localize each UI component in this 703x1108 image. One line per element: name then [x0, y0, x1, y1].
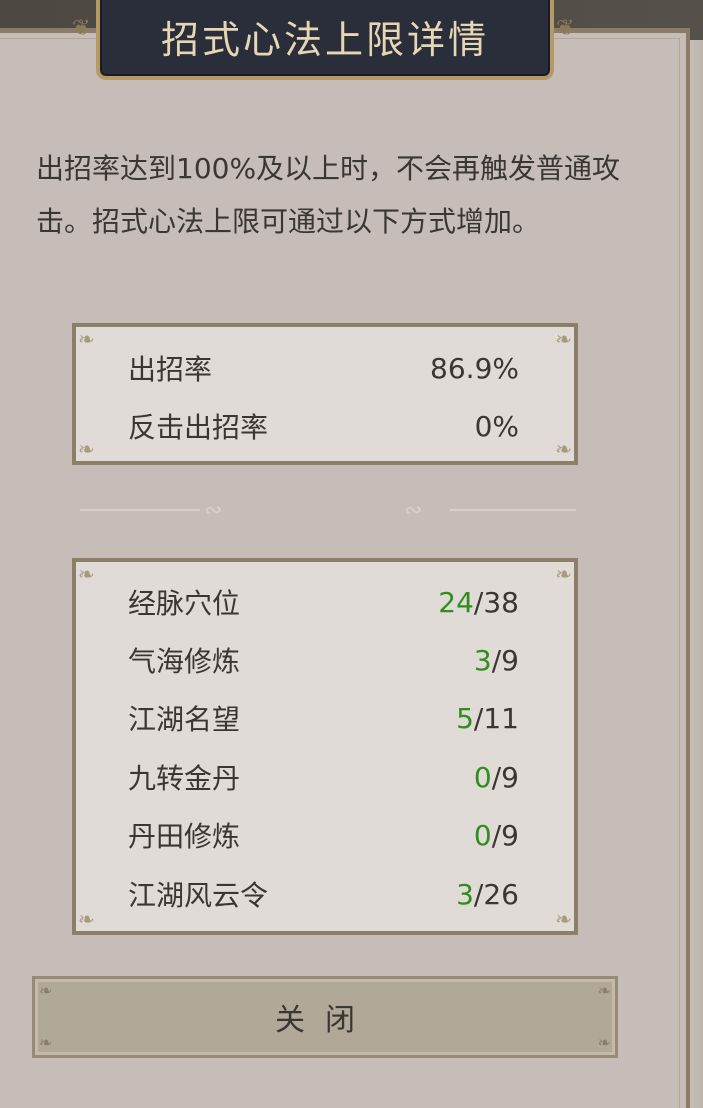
rate-row: 反击出招率 0%: [128, 406, 519, 446]
source-current: 3: [456, 877, 474, 911]
corner-ornament-icon: ❧: [555, 327, 572, 351]
source-current: 24: [438, 585, 474, 619]
source-max: 9: [501, 643, 519, 677]
source-row: 九转金丹 0/9: [128, 757, 519, 797]
source-current: 0: [473, 818, 492, 852]
rate-value: 0%: [474, 409, 519, 443]
source-max: 11: [483, 701, 519, 735]
corner-ornament-icon: ❧: [555, 562, 572, 586]
source-label: 江湖名望: [128, 703, 241, 736]
corner-ornament-icon: ❧: [78, 907, 95, 931]
source-row: 经脉穴位 24/38: [128, 582, 519, 622]
divider-right-ornament-icon: ∾: [404, 498, 423, 523]
corner-ornament-icon: ❧: [39, 1033, 53, 1052]
source-max: 38: [483, 585, 519, 619]
source-current: 0: [473, 760, 492, 794]
source-label: 九转金丹: [128, 762, 241, 795]
corner-ornament-icon: ❧: [78, 437, 95, 461]
source-separator: /: [491, 643, 502, 677]
source-progress: 0/9: [474, 761, 519, 794]
corner-ornament-icon: ❧: [555, 437, 572, 461]
source-progress: 3/26: [456, 878, 519, 911]
corner-ornament-icon: ❧: [78, 327, 95, 351]
source-max: 26: [483, 877, 519, 911]
source-progress: 5/11: [456, 702, 519, 735]
corner-ornament-icon: ❧: [39, 981, 53, 1000]
source-progress: 0/9: [474, 819, 519, 852]
source-label: 经脉穴位: [128, 587, 241, 620]
close-button[interactable]: ❧ ❧ ❧ ❧ 关闭: [32, 976, 618, 1058]
rates-panel: ❧ ❧ ❧ ❧ 出招率 86.9% 反击出招率 0%: [72, 323, 578, 465]
source-label: 气海修炼: [128, 645, 241, 678]
rate-value: 86.9%: [430, 351, 519, 385]
source-separator: /: [491, 818, 502, 852]
source-current: 5: [456, 701, 474, 735]
source-progress: 3/9: [474, 644, 519, 677]
source-separator: /: [473, 877, 484, 911]
corner-ornament-icon: ❧: [597, 1033, 611, 1052]
source-progress: 24/38: [438, 586, 519, 619]
intro-text: 出招率达到100%及以上时，不会再触发普通攻击。招式心法上限可通过以下方式增加。: [36, 152, 621, 238]
divider-right: [450, 509, 576, 511]
source-label: 丹田修炼: [128, 820, 241, 853]
corner-ornament-icon: ❧: [555, 907, 572, 931]
source-current: 3: [473, 643, 492, 677]
dialog-title: 招式心法上限详情: [160, 17, 489, 62]
corner-ornament-icon: ❧: [78, 562, 95, 586]
source-row: 江湖风云令 3/26: [128, 874, 519, 914]
source-max: 9: [501, 760, 519, 794]
close-button-label: 关闭: [275, 1003, 375, 1038]
source-row: 江湖名望 5/11: [128, 698, 519, 738]
source-max: 9: [501, 818, 519, 852]
source-row: 气海修炼 3/9: [128, 640, 519, 680]
corner-ornament-icon: ❧: [597, 981, 611, 1000]
rate-label: 出招率: [128, 353, 213, 386]
title-left-ornament-icon: ❦: [72, 16, 91, 41]
source-separator: /: [473, 701, 484, 735]
title-right-ornament-icon: ❦: [556, 16, 575, 41]
source-label: 江湖风云令: [128, 879, 269, 912]
source-separator: /: [491, 760, 502, 794]
rate-label: 反击出招率: [128, 411, 269, 444]
source-separator: /: [473, 585, 484, 619]
divider-left: [80, 509, 200, 511]
sources-panel: ❧ ❧ ❧ ❧ 经脉穴位 24/38 气海修炼 3/9 江湖名望 5/11 九转…: [72, 558, 578, 935]
dialog-title-bar: 招式心法上限详情: [96, 0, 554, 80]
screen: ❦ ❦ 招式心法上限详情 出招率达到100%及以上时，不会再触发普通攻击。招式心…: [0, 0, 703, 1108]
divider-left-ornament-icon: ∾: [204, 498, 223, 523]
source-row: 丹田修炼 0/9: [128, 815, 519, 855]
rate-row: 出招率 86.9%: [128, 348, 519, 388]
